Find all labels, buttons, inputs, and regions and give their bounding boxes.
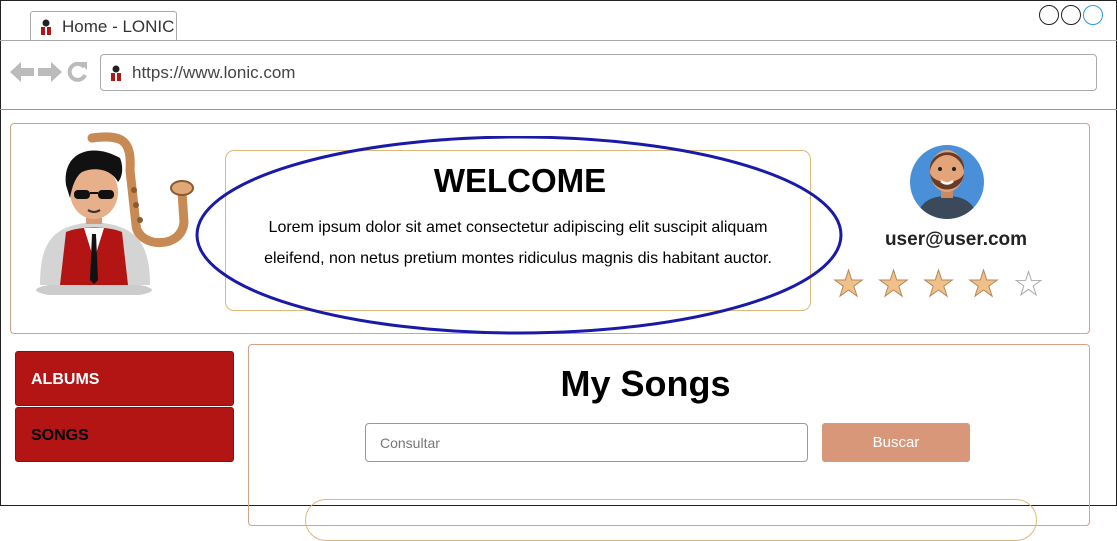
rating-stars[interactable]: ★ ★ ★ ★ ☆ bbox=[832, 265, 1045, 302]
window-controls bbox=[1039, 5, 1103, 25]
user-email: user@user.com bbox=[884, 229, 1028, 250]
minimize-button[interactable] bbox=[1039, 5, 1059, 25]
sidebar-item-songs[interactable]: SONGS bbox=[15, 407, 234, 462]
url-text: https://www.lonic.com bbox=[132, 63, 296, 82]
chrome-divider bbox=[0, 109, 1117, 110]
tab-strip-divider bbox=[0, 40, 1117, 41]
site-favicon-icon bbox=[107, 64, 125, 87]
star-empty-icon[interactable]: ☆ bbox=[1012, 266, 1045, 302]
star-filled-icon[interactable]: ★ bbox=[877, 265, 910, 302]
site-favicon-icon bbox=[37, 18, 55, 41]
star-filled-icon[interactable]: ★ bbox=[967, 265, 1000, 302]
search-input[interactable] bbox=[365, 423, 808, 462]
tab-title: Home - LONIC bbox=[62, 17, 175, 36]
highlight-ellipse bbox=[195, 136, 843, 335]
maximize-button[interactable] bbox=[1061, 5, 1081, 25]
back-arrow-icon[interactable] bbox=[10, 61, 34, 88]
user-avatar[interactable] bbox=[910, 141, 984, 226]
sidebar-item-albums[interactable]: ALBUMS bbox=[15, 351, 234, 406]
forward-arrow-icon[interactable] bbox=[38, 61, 62, 88]
star-filled-icon[interactable]: ★ bbox=[922, 265, 955, 302]
search-button[interactable]: Buscar bbox=[822, 423, 970, 462]
saxophone-musician-logo bbox=[32, 130, 197, 298]
star-filled-icon[interactable]: ★ bbox=[832, 265, 865, 302]
song-list-card bbox=[305, 499, 1037, 541]
address-bar[interactable]: https://www.lonic.com bbox=[100, 54, 1097, 91]
close-button[interactable] bbox=[1083, 5, 1103, 25]
navigation-buttons bbox=[10, 61, 88, 88]
reload-icon[interactable] bbox=[66, 61, 88, 88]
browser-tab[interactable]: Home - LONIC bbox=[30, 11, 177, 41]
page-title: My Songs bbox=[560, 363, 731, 404]
